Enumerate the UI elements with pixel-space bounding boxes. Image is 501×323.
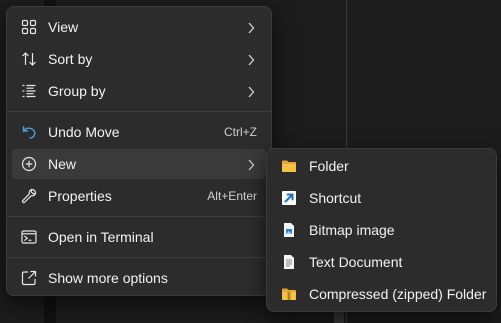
menu-item-label: Show more options <box>48 270 168 286</box>
menu-item-properties[interactable]: Properties Alt+Enter <box>12 181 266 211</box>
submenu-item-text-document[interactable]: Text Document <box>272 247 491 277</box>
menu-item-label: New <box>48 156 77 172</box>
wrench-icon <box>21 188 37 204</box>
menu-item-label: Group by <box>48 83 106 99</box>
menu-item-undo-move[interactable]: Undo Move Ctrl+Z <box>12 117 266 147</box>
submenu-item-folder[interactable]: Folder <box>272 151 491 181</box>
menu-item-label: Properties <box>48 188 112 204</box>
keyboard-shortcut: Alt+Enter <box>207 189 257 203</box>
menu-item-label: Sort by <box>48 51 93 67</box>
terminal-icon <box>21 229 37 245</box>
menu-separator <box>7 257 271 258</box>
bitmap-icon <box>281 222 297 238</box>
menu-separator <box>7 111 271 112</box>
folder-icon <box>281 158 297 174</box>
submenu-item-bitmap-image[interactable]: Bitmap image <box>272 215 491 245</box>
menu-item-new[interactable]: New <box>12 149 266 179</box>
menu-item-open-in-terminal[interactable]: Open in Terminal <box>12 222 266 252</box>
shortcut-icon <box>281 190 297 206</box>
menu-item-label: View <box>48 19 79 35</box>
zip-folder-icon <box>281 286 297 302</box>
menu-item-show-more-options[interactable]: Show more options <box>12 263 266 293</box>
submenu-item-label: Bitmap image <box>309 222 395 238</box>
keyboard-shortcut: Ctrl+Z <box>224 125 257 139</box>
menu-item-sort-by[interactable]: Sort by <box>12 44 266 74</box>
list-icon <box>21 83 37 99</box>
undo-icon <box>21 124 37 140</box>
text-document-icon <box>281 254 297 270</box>
new-plus-icon <box>21 156 37 172</box>
chevron-right-icon <box>247 158 255 171</box>
submenu-item-label: Text Document <box>309 254 403 270</box>
submenu-item-label: Folder <box>309 158 349 174</box>
share-icon <box>21 270 37 286</box>
submenu-item-label: Compressed (zipped) Folder <box>309 286 487 302</box>
chevron-right-icon <box>247 21 255 34</box>
chevron-right-icon <box>247 53 255 66</box>
menu-item-label: Undo Move <box>48 124 120 140</box>
sort-icon <box>21 51 37 67</box>
menu-item-view[interactable]: View <box>12 12 266 42</box>
new-submenu: Folder Shortcut Bitmap image Text Docume… <box>266 148 497 312</box>
chevron-right-icon <box>247 85 255 98</box>
menu-separator <box>7 216 271 217</box>
submenu-item-shortcut[interactable]: Shortcut <box>272 183 491 213</box>
submenu-item-label: Shortcut <box>309 190 362 206</box>
background-scrollbar <box>334 312 344 323</box>
menu-item-label: Open in Terminal <box>48 229 154 245</box>
submenu-item-compressed-folder[interactable]: Compressed (zipped) Folder <box>272 279 491 309</box>
grid-icon <box>21 19 37 35</box>
menu-item-group-by[interactable]: Group by <box>12 76 266 106</box>
context-menu: View Sort by Group by Undo Move Ctrl+Z N… <box>6 6 272 296</box>
